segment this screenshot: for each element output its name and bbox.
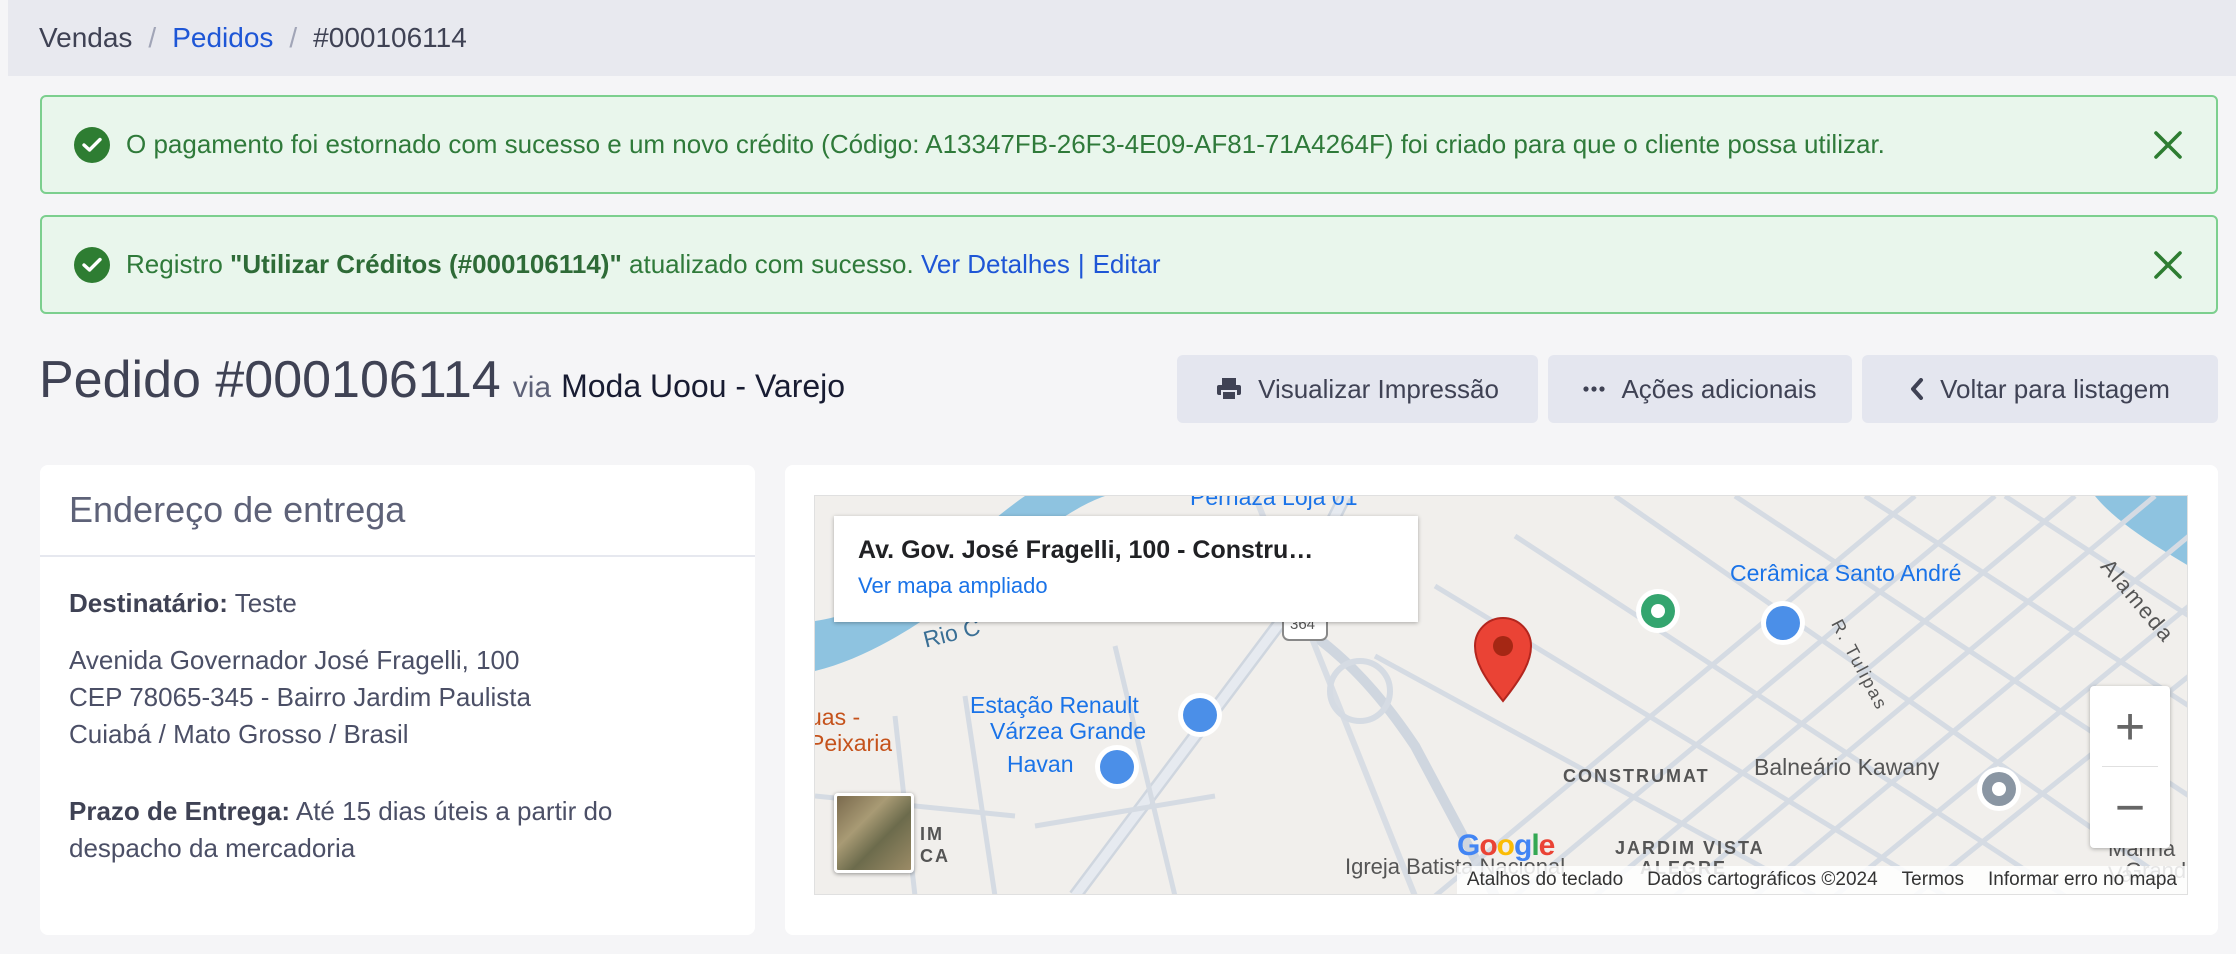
close-icon[interactable] bbox=[2150, 247, 2186, 283]
delivery-deadline: Prazo de Entrega: Até 15 dias úteis a pa… bbox=[69, 793, 726, 867]
page-title: Pedido #000106114 via Moda Uoou - Varejo bbox=[39, 350, 845, 410]
alert-record-updated: Registro "Utilizar Créditos (#000106114)… bbox=[40, 215, 2218, 314]
zoom-in-button[interactable]: + bbox=[2090, 686, 2170, 767]
check-circle-icon bbox=[74, 246, 110, 283]
view-larger-map-link[interactable]: Ver mapa ampliado bbox=[858, 573, 1394, 599]
map-footer: Atalhos do teclado Dados cartográficos ©… bbox=[1456, 866, 2187, 894]
google-logo: Google bbox=[1457, 829, 1555, 862]
map-label-havan[interactable]: Havan bbox=[1007, 751, 1073, 778]
alert-suffix: atualizado com sucesso. bbox=[621, 249, 914, 279]
recipient-value: Teste bbox=[234, 588, 297, 618]
back-to-list-label: Voltar para listagem bbox=[1940, 373, 2170, 404]
breadcrumb-pedidos[interactable]: Pedidos bbox=[172, 22, 273, 54]
place-pin bbox=[1178, 693, 1222, 737]
map-label-balneario[interactable]: Balneário Kawany bbox=[1754, 754, 1939, 781]
address-line: CEP 78065-345 - Bairro Jardim Paulista bbox=[69, 682, 531, 712]
map[interactable]: Pernaza Loja 01 Cerâmica Santo André Est… bbox=[814, 495, 2188, 895]
map-label-estacao[interactable]: Estação Renault bbox=[970, 692, 1139, 719]
zoom-out-button[interactable]: − bbox=[2090, 767, 2170, 848]
close-icon[interactable] bbox=[2150, 127, 2186, 163]
map-card: Pernaza Loja 01 Cerâmica Santo André Est… bbox=[785, 465, 2218, 935]
edit-link[interactable]: Editar bbox=[1093, 249, 1161, 279]
map-label-jardim-vista: JARDIM VISTA bbox=[1615, 838, 1765, 858]
map-info-popup: Av. Gov. José Fragelli, 100 - Constru… V… bbox=[834, 516, 1418, 622]
deadline-label: Prazo de Entrega: bbox=[69, 796, 291, 826]
ellipsis-icon bbox=[1583, 386, 1606, 392]
alert-message: O pagamento foi estornado com sucesso e … bbox=[126, 129, 1885, 159]
map-label-orange: uas - bbox=[814, 704, 861, 730]
print-preview-button[interactable]: Visualizar Impressão bbox=[1177, 355, 1538, 423]
card-heading: Endereço de entrega bbox=[40, 465, 755, 557]
address-line: Cuiabá / Mato Grosso / Brasil bbox=[69, 719, 409, 749]
check-circle-icon bbox=[74, 126, 110, 163]
alert-record-name: "Utilizar Créditos (#000106114)" bbox=[230, 249, 622, 279]
address-line: Avenida Governador José Fragelli, 100 bbox=[69, 645, 520, 675]
order-title: Pedido #000106114 bbox=[39, 351, 501, 409]
zoom-controls: + − bbox=[2090, 686, 2170, 848]
satellite-toggle[interactable] bbox=[834, 793, 914, 873]
report-map-error-link[interactable]: Informar erro no mapa bbox=[1988, 869, 2177, 891]
printer-icon bbox=[1216, 377, 1242, 401]
breadcrumb-vendas[interactable]: Vendas bbox=[39, 22, 132, 54]
breadcrumb-current: #000106114 bbox=[313, 22, 467, 53]
alert-refund-success: O pagamento foi estornado com sucesso e … bbox=[40, 95, 2218, 194]
map-label-pernaza[interactable]: Pernaza Loja 01 bbox=[1190, 496, 1358, 511]
delivery-address-card: Endereço de entrega Destinatário: Teste … bbox=[40, 465, 755, 935]
recipient-label: Destinatário: bbox=[69, 588, 228, 618]
more-actions-button[interactable]: Ações adicionais bbox=[1548, 355, 1852, 423]
map-label-estacao-2[interactable]: Várzea Grande bbox=[990, 718, 1146, 745]
chevron-left-icon bbox=[1910, 378, 1924, 400]
more-actions-label: Ações adicionais bbox=[1621, 373, 1817, 404]
breadcrumb-separator: / bbox=[289, 22, 298, 53]
map-label-construmat: CONSTRUMAT bbox=[1563, 766, 1710, 786]
order-store: Moda Uoou - Varejo bbox=[561, 368, 846, 404]
map-label-ca: CA bbox=[920, 846, 950, 866]
link-separator: | bbox=[1077, 249, 1085, 279]
map-label-im: IM bbox=[920, 824, 944, 844]
map-label-orange: Peixaria bbox=[814, 730, 893, 756]
keyboard-shortcuts-link[interactable]: Atalhos do teclado bbox=[1467, 869, 1623, 891]
popup-address: Av. Gov. José Fragelli, 100 - Constru… bbox=[858, 536, 1314, 564]
alert-prefix: Registro bbox=[126, 249, 231, 279]
view-details-link[interactable]: Ver Detalhes bbox=[921, 249, 1070, 279]
recipient-row: Destinatário: Teste bbox=[69, 585, 726, 622]
terms-link[interactable]: Termos bbox=[1902, 869, 1964, 891]
order-via: via bbox=[512, 371, 552, 404]
breadcrumb: Vendas / Pedidos / #000106114 bbox=[8, 0, 2236, 76]
back-to-list-button[interactable]: Voltar para listagem bbox=[1862, 355, 2218, 423]
print-preview-label: Visualizar Impressão bbox=[1258, 373, 1499, 404]
breadcrumb-separator: / bbox=[148, 22, 157, 53]
alert-message: Registro "Utilizar Créditos (#000106114)… bbox=[126, 249, 1161, 280]
map-label-ceramica[interactable]: Cerâmica Santo André bbox=[1730, 560, 1961, 587]
map-data-attribution: Dados cartográficos ©2024 bbox=[1647, 869, 1878, 890]
